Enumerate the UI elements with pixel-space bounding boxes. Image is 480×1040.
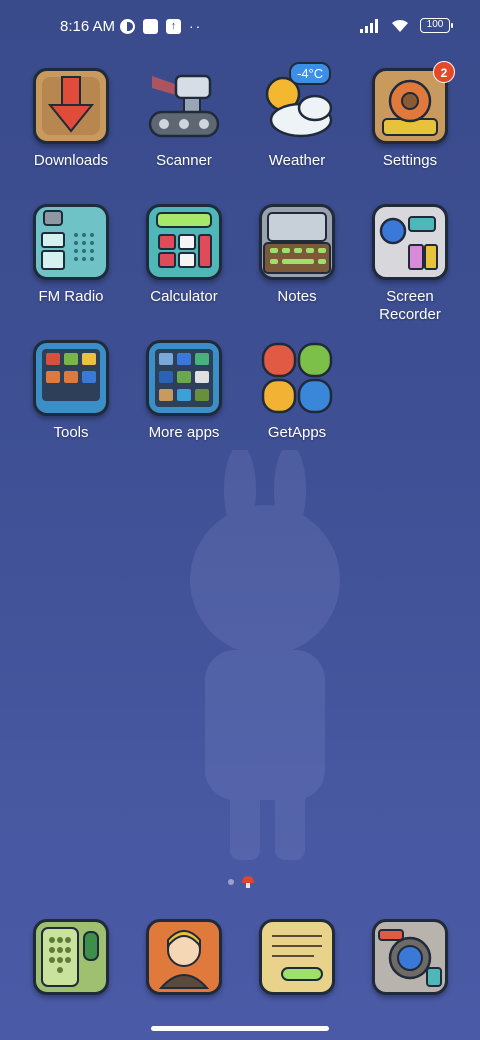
- camera-recorder-icon: [372, 204, 448, 280]
- tools-folder-icon: [33, 340, 109, 416]
- app-downloads[interactable]: Downloads: [15, 68, 127, 170]
- dock-app-contacts[interactable]: [128, 919, 240, 995]
- phone-dialer-icon: [33, 919, 109, 995]
- weather-sun-cloud-icon: -4°C: [259, 62, 335, 144]
- app-label: Weather: [268, 152, 326, 169]
- notification-badge: 2: [433, 61, 455, 83]
- home-indicator-bar[interactable]: [151, 1026, 329, 1031]
- app-label: Screen Recorder: [379, 288, 441, 323]
- camera-icon: [372, 919, 448, 995]
- app-notes[interactable]: Notes: [241, 204, 353, 306]
- status-right-icons: 100: [360, 18, 453, 33]
- app-screen-recorder[interactable]: Screen Recorder: [354, 204, 466, 324]
- mushroom-page-icon: [242, 876, 254, 888]
- app-label: GetApps: [267, 424, 327, 441]
- app-label: Tools: [53, 424, 89, 441]
- gear-icon: 2: [372, 61, 455, 144]
- temperature-chip: -4°C: [289, 62, 332, 85]
- radio-icon: [33, 204, 109, 280]
- app-label: FM Radio: [38, 288, 104, 305]
- wallpaper-astronaut-bunny: [190, 450, 340, 860]
- battery-indicator: 100: [420, 18, 453, 33]
- more-apps-folder-icon: [146, 340, 222, 416]
- page-dot: [228, 879, 234, 885]
- app-settings[interactable]: 2 Settings: [354, 61, 466, 170]
- signal-icon: [360, 18, 378, 33]
- status-time: 8:16 AM: [60, 18, 116, 35]
- square-notification-icon: [143, 18, 158, 34]
- status-bar: 8:16 AM ↑ ·· 100: [0, 0, 480, 56]
- scanner-robot-icon: [146, 68, 222, 144]
- upload-notification-icon: ↑: [166, 18, 181, 34]
- app-weather[interactable]: -4°C Weather: [241, 62, 353, 170]
- app-label: Calculator: [150, 288, 218, 305]
- messages-scroll-icon: [259, 919, 335, 995]
- status-notification-icons: ↑ ··: [120, 18, 202, 34]
- wifi-icon: [392, 19, 408, 32]
- app-getapps[interactable]: GetApps: [241, 340, 353, 442]
- app-label: Notes: [277, 288, 317, 305]
- dock: [0, 915, 480, 995]
- app-notification-icon: [120, 18, 135, 34]
- folder-more-apps[interactable]: More apps: [128, 340, 240, 442]
- app-fm-radio[interactable]: FM Radio: [15, 204, 127, 306]
- app-label: Downloads: [33, 152, 109, 169]
- app-scanner[interactable]: Scanner: [128, 68, 240, 170]
- app-calculator[interactable]: Calculator: [128, 204, 240, 306]
- folder-tools[interactable]: Tools: [15, 340, 127, 442]
- app-label: Scanner: [156, 152, 212, 169]
- more-notifications-icon: ··: [189, 18, 203, 34]
- dock-app-camera[interactable]: [354, 919, 466, 995]
- download-arrow-icon: [33, 68, 109, 144]
- getapps-petals-icon: [259, 340, 335, 416]
- app-label: More apps: [148, 424, 220, 441]
- notes-keyboard-icon: [259, 204, 335, 280]
- page-indicator[interactable]: [228, 876, 254, 888]
- dock-app-phone[interactable]: [15, 919, 127, 995]
- dock-app-messages[interactable]: [241, 919, 353, 995]
- calculator-icon: [146, 204, 222, 280]
- app-label: Settings: [382, 152, 438, 169]
- contacts-avatar-icon: [146, 919, 222, 995]
